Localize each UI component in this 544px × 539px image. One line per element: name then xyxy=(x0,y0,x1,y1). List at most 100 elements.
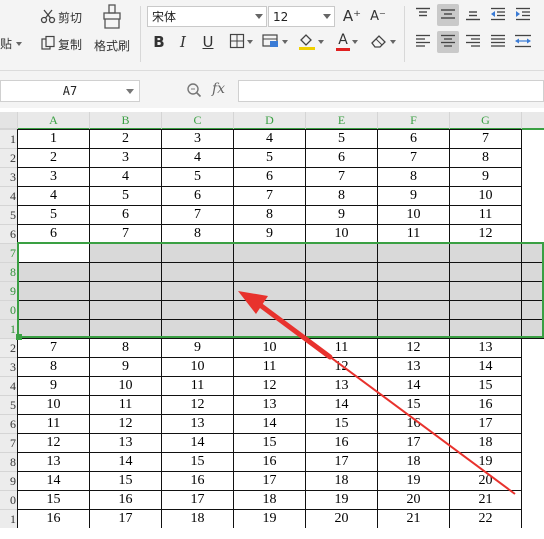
table-cell[interactable]: 14 xyxy=(234,415,306,434)
table-cell[interactable]: 19 xyxy=(450,453,522,472)
table-cell[interactable]: 22 xyxy=(450,510,522,529)
table-cell[interactable]: 13 xyxy=(234,396,306,415)
table-cell[interactable]: 6 xyxy=(306,149,378,168)
table-cell[interactable]: 17 xyxy=(234,472,306,491)
table-cell[interactable]: 14 xyxy=(162,434,234,453)
table-cell[interactable]: 18 xyxy=(234,491,306,510)
table-cell[interactable] xyxy=(450,282,522,301)
table-cell[interactable]: 16 xyxy=(234,453,306,472)
table-cell[interactable] xyxy=(90,320,162,339)
table-cell[interactable]: 18 xyxy=(378,453,450,472)
row-header[interactable]: 8 xyxy=(0,263,18,282)
table-cell[interactable]: 15 xyxy=(162,453,234,472)
table-cell[interactable]: 14 xyxy=(306,396,378,415)
table-cell[interactable]: 21 xyxy=(378,510,450,529)
formula-input[interactable] xyxy=(238,80,544,102)
table-cell[interactable]: 11 xyxy=(90,396,162,415)
table-cell[interactable] xyxy=(306,244,378,263)
row-header[interactable]: 7 xyxy=(0,434,18,453)
row-header[interactable]: 8 xyxy=(0,453,18,472)
justify-button[interactable] xyxy=(487,31,509,53)
table-cell[interactable]: 12 xyxy=(162,396,234,415)
table-cell[interactable]: 19 xyxy=(234,510,306,529)
table-cell[interactable]: 9 xyxy=(18,377,90,396)
table-cell[interactable] xyxy=(306,301,378,320)
table-cell[interactable] xyxy=(18,244,90,263)
paste-dropdown-icon[interactable] xyxy=(16,41,23,46)
table-cell[interactable]: 20 xyxy=(450,472,522,491)
table-cell[interactable] xyxy=(162,301,234,320)
table-cell[interactable] xyxy=(378,320,450,339)
table-cell[interactable]: 21 xyxy=(450,491,522,510)
align-top-button[interactable] xyxy=(412,4,434,26)
table-cell[interactable]: 7 xyxy=(18,339,90,358)
table-cell[interactable] xyxy=(522,320,544,339)
table-cell[interactable] xyxy=(378,301,450,320)
row-header[interactable]: 5 xyxy=(0,206,18,225)
table-cell[interactable]: 10 xyxy=(378,206,450,225)
table-cell[interactable]: 8 xyxy=(450,149,522,168)
table-cell[interactable]: 5 xyxy=(162,168,234,187)
table-cell[interactable]: 17 xyxy=(450,415,522,434)
table-cell[interactable] xyxy=(306,320,378,339)
table-cell[interactable] xyxy=(234,282,306,301)
paste-button[interactable]: 粘贴 xyxy=(0,35,23,52)
table-cell[interactable] xyxy=(234,263,306,282)
table-cell[interactable]: 2 xyxy=(18,149,90,168)
table-cell[interactable]: 19 xyxy=(378,472,450,491)
table-cell[interactable]: 16 xyxy=(450,396,522,415)
table-cell[interactable] xyxy=(450,244,522,263)
row-header[interactable]: 2 xyxy=(0,149,18,168)
table-cell[interactable]: 2 xyxy=(90,130,162,149)
table-cell[interactable]: 16 xyxy=(162,472,234,491)
table-cell[interactable]: 8 xyxy=(378,168,450,187)
table-cell[interactable]: 17 xyxy=(162,491,234,510)
table-cell[interactable] xyxy=(18,282,90,301)
table-cell[interactable]: 13 xyxy=(162,415,234,434)
table-cell[interactable]: 18 xyxy=(450,434,522,453)
row-header[interactable]: 0 xyxy=(0,491,18,510)
table-cell[interactable]: 4 xyxy=(162,149,234,168)
column-header[interactable]: C xyxy=(162,112,234,130)
row-header[interactable]: 9 xyxy=(0,282,18,301)
fill-handle[interactable] xyxy=(16,334,22,340)
table-cell[interactable]: 11 xyxy=(234,358,306,377)
table-cell[interactable] xyxy=(378,263,450,282)
name-box[interactable]: A7 xyxy=(0,80,140,102)
table-cell[interactable]: 8 xyxy=(90,339,162,358)
decrease-indent-button[interactable] xyxy=(487,4,509,26)
increase-font-size-button[interactable]: A⁺ xyxy=(341,5,363,27)
table-cell[interactable] xyxy=(162,244,234,263)
table-cell[interactable] xyxy=(234,244,306,263)
underline-button[interactable]: U xyxy=(197,31,219,53)
table-cell[interactable]: 14 xyxy=(450,358,522,377)
row-header[interactable]: 3 xyxy=(0,168,18,187)
table-cell[interactable] xyxy=(234,320,306,339)
table-cell[interactable]: 10 xyxy=(18,396,90,415)
italic-button[interactable]: I xyxy=(172,31,194,53)
borders-button[interactable] xyxy=(226,31,256,53)
table-cell[interactable]: 15 xyxy=(378,396,450,415)
row-header[interactable]: 7 xyxy=(0,244,18,263)
row-header[interactable]: 6 xyxy=(0,225,18,244)
table-cell[interactable] xyxy=(90,301,162,320)
row-header[interactable]: 9 xyxy=(0,472,18,491)
table-cell[interactable]: 3 xyxy=(162,130,234,149)
table-cell[interactable]: 15 xyxy=(450,377,522,396)
table-cell[interactable]: 9 xyxy=(162,339,234,358)
row-header[interactable]: 5 xyxy=(0,396,18,415)
table-cell[interactable]: 8 xyxy=(18,358,90,377)
table-cell[interactable] xyxy=(18,320,90,339)
table-cell[interactable]: 15 xyxy=(234,434,306,453)
table-cell[interactable]: 7 xyxy=(450,130,522,149)
align-center-button[interactable] xyxy=(437,31,459,53)
table-cell[interactable] xyxy=(162,282,234,301)
corner-select-all[interactable] xyxy=(0,112,18,130)
table-cell[interactable]: 12 xyxy=(306,358,378,377)
table-cell[interactable]: 10 xyxy=(450,187,522,206)
row-header[interactable]: 1 xyxy=(0,510,18,529)
clear-format-button[interactable] xyxy=(368,31,398,53)
table-cell[interactable]: 3 xyxy=(90,149,162,168)
table-cell[interactable]: 4 xyxy=(18,187,90,206)
table-cell[interactable]: 9 xyxy=(90,358,162,377)
